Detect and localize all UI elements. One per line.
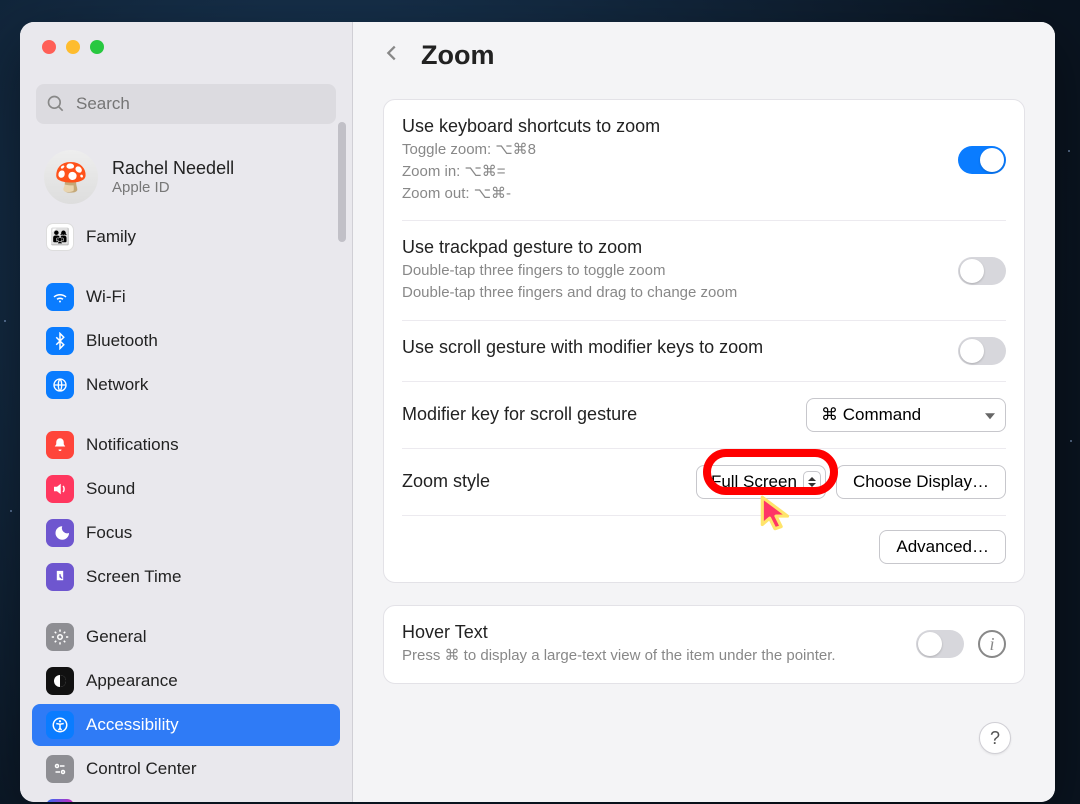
chevron-down-icon [985,413,995,419]
sidebar-item-label: Sound [86,479,135,499]
bluetooth-icon [46,327,74,355]
row-title: Zoom style [402,471,676,492]
sidebar-item-label: Accessibility [86,715,179,735]
sidebar-item-network[interactable]: Network [32,364,340,406]
search-icon [46,94,66,114]
zoom-panel: Use keyboard shortcuts to zoom Toggle zo… [383,99,1025,583]
screentime-icon [46,563,74,591]
trackpad-gesture-toggle[interactable] [958,257,1006,285]
notifications-icon [46,431,74,459]
sidebar-item-label: Appearance [86,671,178,691]
shortcut-line: Toggle zoom: ⌥⌘8 [402,139,938,161]
close-window-button[interactable] [42,40,56,54]
row-scroll-gesture: Use scroll gesture with modifier keys to… [402,321,1006,382]
sidebar-item-bluetooth[interactable]: Bluetooth [32,320,340,362]
info-icon[interactable]: i [978,630,1006,658]
row-trackpad-gesture: Use trackpad gesture to zoom Double-tap … [402,221,1006,321]
back-button[interactable] [381,42,403,69]
row-title: Hover Text [402,622,896,643]
sidebar-scrollbar[interactable] [338,122,346,242]
siri-icon [46,799,74,802]
row-desc: Toggle zoom: ⌥⌘8 Zoom in: ⌥⌘= Zoom out: … [402,139,938,204]
sidebar-item-label: Control Center [86,759,197,779]
sidebar-item-general[interactable]: General [32,616,340,658]
appearance-icon [46,667,74,695]
sidebar-item-screentime[interactable]: Screen Time [32,556,340,598]
sidebar-item-label: Family [86,227,136,247]
row-title: Use trackpad gesture to zoom [402,237,938,258]
search-input[interactable] [36,84,336,124]
focus-icon [46,519,74,547]
shortcut-line: Double-tap three fingers to toggle zoom [402,260,938,282]
modifier-key-select[interactable]: ⌘ Command [806,398,1006,432]
sidebar-item-siri[interactable]: Siri & Spotlight [32,792,340,802]
row-advanced: Advanced… [402,516,1006,582]
sidebar-item-label: Wi-Fi [86,287,126,307]
row-modifier-key: Modifier key for scroll gesture ⌘ Comman… [402,382,1006,449]
hover-text-toggle[interactable] [916,630,964,658]
shortcut-line: Zoom out: ⌥⌘- [402,183,938,205]
sidebar: 🍄 Rachel Needell Apple ID 👨‍👩‍👧 Family W… [20,22,353,802]
scroll-gesture-toggle[interactable] [958,337,1006,365]
profile-sub: Apple ID [112,179,234,196]
profile-name: Rachel Needell [112,158,234,179]
shortcut-line: Double-tap three fingers and drag to cha… [402,282,938,304]
row-title: Use keyboard shortcuts to zoom [402,116,938,137]
zoom-style-select[interactable]: Full Screen [696,465,826,499]
hover-text-panel: Hover Text Press ⌘ to display a large-te… [383,605,1025,684]
row-hover-text: Hover Text Press ⌘ to display a large-te… [402,606,1006,683]
sidebar-item-accessibility[interactable]: Accessibility [32,704,340,746]
advanced-button[interactable]: Advanced… [879,530,1006,564]
minimize-window-button[interactable] [66,40,80,54]
main-header: Zoom [353,22,1055,99]
sidebar-item-label: Network [86,375,148,395]
page-title: Zoom [421,40,495,71]
sidebar-item-sound[interactable]: Sound [32,468,340,510]
select-value: Full Screen [711,472,797,492]
controlcenter-icon [46,755,74,783]
sidebar-item-label: Notifications [86,435,179,455]
sidebar-item-notifications[interactable]: Notifications [32,424,340,466]
sidebar-item-label: Bluetooth [86,331,158,351]
sound-icon [46,475,74,503]
sidebar-item-label: General [86,627,146,647]
row-title: Use scroll gesture with modifier keys to… [402,337,938,358]
avatar: 🍄 [44,150,98,204]
keyboard-shortcuts-toggle[interactable] [958,146,1006,174]
sidebar-item-focus[interactable]: Focus [32,512,340,554]
family-icon: 👨‍👩‍👧 [46,223,74,251]
apple-id-row[interactable]: 🍄 Rachel Needell Apple ID [20,136,352,214]
accessibility-icon [46,711,74,739]
choose-display-button[interactable]: Choose Display… [836,465,1006,499]
sidebar-item-controlcenter[interactable]: Control Center [32,748,340,790]
row-title: Modifier key for scroll gesture [402,404,786,425]
network-icon [46,371,74,399]
maximize-window-button[interactable] [90,40,104,54]
settings-window: 🍄 Rachel Needell Apple ID 👨‍👩‍👧 Family W… [20,22,1055,802]
row-zoom-style: Zoom style Full Screen Choose Display… [402,449,1006,516]
updown-icon [803,471,821,493]
sidebar-item-label: Screen Time [86,567,181,587]
avatar-glyph: 🍄 [54,161,89,194]
shortcut-line: Zoom in: ⌥⌘= [402,161,938,183]
row-desc: Double-tap three fingers to toggle zoom … [402,260,938,304]
sidebar-item-wifi[interactable]: Wi-Fi [32,276,340,318]
window-controls [20,22,352,54]
row-desc: Press ⌘ to display a large-text view of … [402,645,896,667]
search-wrap [36,84,336,124]
sidebar-item-appearance[interactable]: Appearance [32,660,340,702]
row-keyboard-shortcuts: Use keyboard shortcuts to zoom Toggle zo… [402,100,1006,221]
help-button[interactable]: ? [979,722,1011,754]
sidebar-item-family[interactable]: 👨‍👩‍👧 Family [32,216,340,258]
sidebar-item-label: Focus [86,523,132,543]
general-icon [46,623,74,651]
select-value: ⌘ Command [821,405,921,425]
main-content: Zoom Use keyboard shortcuts to zoom Togg… [353,22,1055,802]
wifi-icon [46,283,74,311]
